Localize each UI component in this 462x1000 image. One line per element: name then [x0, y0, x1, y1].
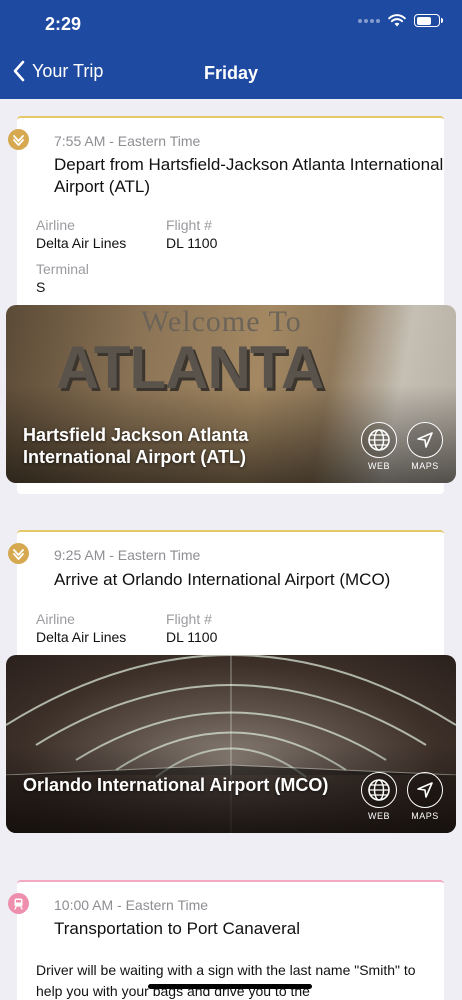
home-indicator[interactable] — [148, 984, 312, 989]
globe-icon — [368, 779, 390, 801]
nav-header: 2:29 Your Trip Friday — [0, 0, 462, 99]
maps-label: MAPS — [411, 461, 439, 471]
chevron-left-icon — [13, 60, 25, 82]
status-time: 2:29 — [45, 14, 82, 34]
event-title: Depart from Hartsfield-Jackson Atlanta I… — [54, 155, 444, 196]
event-time: 9:25 AM - Eastern Time — [54, 547, 201, 563]
flight-value: DL 1100 — [166, 235, 218, 251]
flight-badge-icon — [8, 129, 29, 150]
airline-value: Delta Air Lines — [36, 629, 127, 645]
airline-value: Delta Air Lines — [36, 235, 127, 251]
navigation-arrow-icon — [417, 782, 433, 798]
flight-badge-icon — [8, 543, 29, 564]
airline-label: Airline — [36, 611, 75, 627]
event-title: Arrive at Orlando International Airport … — [54, 570, 391, 589]
event-title: Transportation to Port Canaveral — [54, 919, 300, 938]
globe-icon — [368, 429, 390, 451]
web-button[interactable]: WEB — [361, 422, 397, 471]
terminal-value: S — [36, 279, 46, 295]
flight-value: DL 1100 — [166, 629, 218, 645]
web-button[interactable]: WEB — [361, 772, 397, 821]
back-button[interactable]: Your Trip — [12, 60, 103, 82]
train-badge-icon — [8, 893, 29, 914]
atlanta-airport-photo[interactable]: Welcome To ATLANTA Hartsfield Jackson At… — [6, 305, 456, 483]
event-time: 10:00 AM - Eastern Time — [54, 897, 209, 913]
sign-text-atlanta: ATLANTA — [56, 334, 324, 401]
place-name: Hartsfield Jackson Atlanta International… — [23, 425, 249, 467]
navigation-arrow-icon — [417, 432, 433, 448]
web-label: WEB — [367, 811, 390, 821]
orlando-airport-photo[interactable]: Orlando International Airport (MCO) WEB … — [6, 655, 456, 833]
flight-label: Flight # — [166, 217, 212, 233]
battery-icon — [414, 14, 443, 27]
maps-button[interactable]: MAPS — [407, 772, 443, 821]
terminal-label: Terminal — [36, 261, 89, 277]
place-name: Orlando International Airport (MCO) — [23, 775, 329, 795]
back-label: Your Trip — [32, 60, 104, 81]
maps-label: MAPS — [411, 811, 439, 821]
maps-button[interactable]: MAPS — [407, 422, 443, 471]
flight-label: Flight # — [166, 611, 212, 627]
airline-label: Airline — [36, 217, 75, 233]
event-time: 7:55 AM - Eastern Time — [54, 133, 201, 149]
status-icons — [358, 14, 443, 27]
signal-icon — [358, 18, 380, 23]
web-label: WEB — [367, 461, 390, 471]
wifi-icon — [388, 14, 406, 27]
itinerary-card-transport[interactable]: 10:00 AM - Eastern Time Transportation t… — [17, 880, 444, 1000]
event-description: Driver will be waiting with a sign with … — [36, 962, 416, 999]
